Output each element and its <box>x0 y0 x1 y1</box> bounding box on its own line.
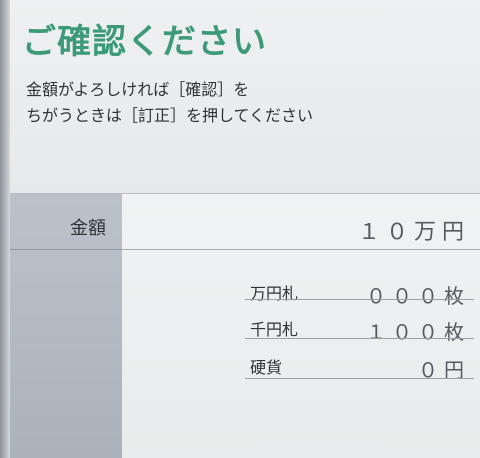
breakdown-underline <box>245 338 474 339</box>
label-column-divider <box>10 249 122 250</box>
amount-value: １０万円 <box>357 220 470 245</box>
breakdown-value-10000-yen-bills: ０００枚 <box>366 284 470 308</box>
breakdown-label-1000-yen-bills: 千円札 <box>250 320 299 339</box>
breakdown-underline <box>245 378 474 379</box>
instruction-line-1: 金額がよろしければ［確認］を <box>26 80 250 99</box>
breakdown-value-1000-yen-bills: １００枚 <box>366 320 470 344</box>
breakdown-underline <box>245 299 474 300</box>
breakdown-label-coins: 硬貨 <box>250 358 283 377</box>
breakdown-label-10000-yen-bills: 万円札 <box>250 284 299 303</box>
amount-label: 金額 <box>70 218 106 239</box>
page-title: ご確認ください <box>22 22 267 62</box>
amount-divider <box>122 249 480 250</box>
instruction-line-2: ちがうときは［訂正］を押してください <box>26 106 314 125</box>
screen-bezel <box>0 0 10 458</box>
